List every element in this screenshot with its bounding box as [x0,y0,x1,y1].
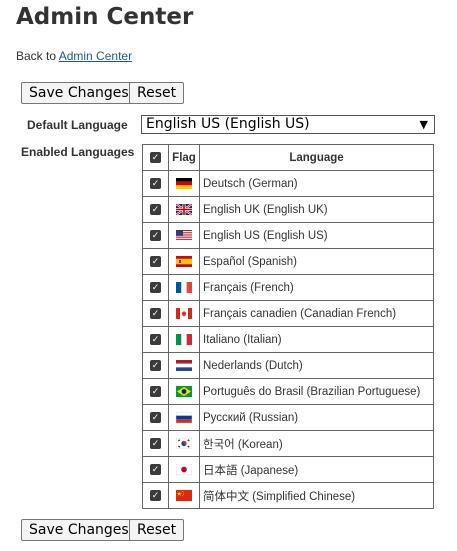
page-title: Admin Center [16,4,194,30]
it-flag-icon [176,333,192,346]
flag-cell [168,430,200,457]
default-language-select[interactable]: English US (English US) ▼ [141,115,435,134]
language-checkbox[interactable]: ✓ [150,463,161,475]
save-changes-button-bottom[interactable]: Save Changes [21,519,137,541]
es-flag-icon [176,255,192,268]
language-name: Nederlands (Dutch) [199,352,434,379]
language-name: Português do Brasil (Brazilian Portugues… [199,378,434,405]
flag-cell [168,274,200,301]
br-flag-icon [176,385,192,398]
flag-column-header: Flag [168,144,200,171]
language-checkbox[interactable]: ✓ [150,333,161,345]
ca-flag-icon [176,307,192,320]
breadcrumb: Back to Admin Center [16,49,132,63]
table-row: ✓ 简体中文 (Simplified Chinese) [142,482,434,509]
de-flag-icon [176,177,192,190]
language-name: Français canadien (Canadian French) [199,300,434,327]
admin-center-link[interactable]: Admin Center [59,49,132,63]
flag-cell [168,248,200,275]
table-header-row: ✓ Flag Language [142,144,434,171]
language-checkbox[interactable]: ✓ [150,489,161,501]
checkbox-cell: ✓ [142,196,169,223]
select-all-checkbox[interactable]: ✓ [150,151,161,163]
jp-flag-icon [176,463,192,476]
table-row: ✓ Nederlands (Dutch) [142,352,434,379]
language-checkbox[interactable]: ✓ [150,359,161,371]
checkbox-cell: ✓ [142,170,169,197]
language-name: Русский (Russian) [199,404,434,431]
language-checkbox[interactable]: ✓ [150,437,161,449]
nl-flag-icon [176,359,192,372]
language-checkbox[interactable]: ✓ [150,411,161,423]
flag-cell [168,326,200,353]
language-checkbox[interactable]: ✓ [150,307,161,319]
table-row: ✓ 日本語 (Japanese) [142,456,434,483]
language-name: 简体中文 (Simplified Chinese) [199,482,434,509]
select-all-cell: ✓ [142,144,169,171]
languages-table: ✓ Flag Language ✓ Deutsch (German) ✓ Englis… [142,144,434,509]
flag-cell [168,170,200,197]
language-checkbox[interactable]: ✓ [150,177,161,189]
checkbox-cell: ✓ [142,430,169,457]
reset-button-bottom[interactable]: Reset [129,519,185,541]
table-row: ✓ English UK (English UK) [142,196,434,223]
kr-flag-icon [176,437,192,450]
table-row: ✓ 한국어 (Korean) [142,430,434,457]
flag-cell [168,352,200,379]
checkbox-cell: ✓ [142,378,169,405]
flag-cell [168,482,200,509]
checkbox-cell: ✓ [142,222,169,249]
language-name: English UK (English UK) [199,196,434,223]
default-language-value: English US (English US) [146,116,310,132]
flag-cell [168,456,200,483]
back-prefix: Back to [16,49,57,63]
checkbox-cell: ✓ [142,300,169,327]
uk-flag-icon [176,203,192,216]
language-checkbox[interactable]: ✓ [150,229,161,241]
language-checkbox[interactable]: ✓ [150,203,161,215]
table-row: ✓ Français (French) [142,274,434,301]
flag-cell [168,222,200,249]
enabled-languages-label: Enabled Languages [21,145,135,159]
language-name: Deutsch (German) [199,170,434,197]
flag-cell [168,378,200,405]
language-name: 日本語 (Japanese) [199,456,434,483]
checkbox-cell: ✓ [142,482,169,509]
save-changes-button[interactable]: Save Changes [21,82,137,104]
checkbox-cell: ✓ [142,248,169,275]
table-row: ✓ Русский (Russian) [142,404,434,431]
table-row: ✓ Italiano (Italian) [142,326,434,353]
checkbox-cell: ✓ [142,352,169,379]
language-name: 한국어 (Korean) [199,430,434,457]
language-checkbox[interactable]: ✓ [150,385,161,397]
chevron-down-icon: ▼ [419,118,428,131]
checkbox-cell: ✓ [142,326,169,353]
language-checkbox[interactable]: ✓ [150,255,161,267]
checkbox-cell: ✓ [142,456,169,483]
checkbox-cell: ✓ [142,404,169,431]
language-name: Français (French) [199,274,434,301]
table-row: ✓ Français canadien (Canadian French) [142,300,434,327]
table-row: ✓ Español (Spanish) [142,248,434,275]
fr-flag-icon [176,281,192,294]
reset-button[interactable]: Reset [129,82,185,104]
default-language-label: Default Language [27,118,128,132]
language-name: Italiano (Italian) [199,326,434,353]
table-row: ✓ English US (English US) [142,222,434,249]
cn-flag-icon [176,489,192,502]
table-row: ✓ Deutsch (German) [142,170,434,197]
ru-flag-icon [176,411,192,424]
language-checkbox[interactable]: ✓ [150,281,161,293]
language-column-header: Language [199,144,434,171]
flag-cell [168,404,200,431]
flag-cell [168,300,200,327]
language-name: English US (English US) [199,222,434,249]
us-flag-icon [176,229,192,242]
language-name: Español (Spanish) [199,248,434,275]
table-row: ✓ Português do Brasil (Brazilian Portugue… [142,378,434,405]
checkbox-cell: ✓ [142,274,169,301]
flag-cell [168,196,200,223]
